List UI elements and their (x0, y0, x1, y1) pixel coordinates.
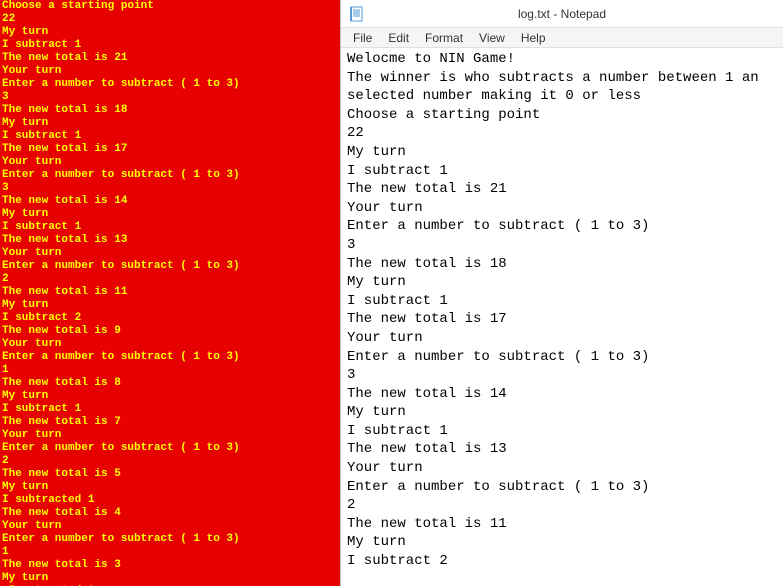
notepad-line: Your turn (347, 459, 777, 478)
console-line: 2 (2, 455, 338, 468)
console-line: 2 (2, 273, 338, 286)
console-window[interactable]: Choose a starting point22My turnI subtra… (0, 0, 340, 586)
console-line: The new total is 7 (2, 416, 338, 429)
console-line: The new total is 21 (2, 52, 338, 65)
console-line: Enter a number to subtract ( 1 to 3) (2, 78, 338, 91)
console-line: I subtract 1 (2, 221, 338, 234)
notepad-line: Your turn (347, 329, 777, 348)
console-line: Choose a starting point (2, 0, 338, 13)
menu-edit[interactable]: Edit (380, 30, 417, 46)
console-line: My turn (2, 572, 338, 585)
console-line: The new total is 18 (2, 104, 338, 117)
console-line: Your turn (2, 520, 338, 533)
notepad-line: Enter a number to subtract ( 1 to 3) (347, 217, 777, 236)
console-line: I subtract 1 (2, 403, 338, 416)
notepad-window: log.txt - Notepad File Edit Format View … (340, 0, 783, 586)
console-line: Your turn (2, 338, 338, 351)
console-line: My turn (2, 299, 338, 312)
notepad-line: My turn (347, 403, 777, 422)
notepad-line: 2 (347, 496, 777, 515)
menu-file[interactable]: File (345, 30, 380, 46)
console-line: 3 (2, 182, 338, 195)
notepad-line: I subtract 1 (347, 292, 777, 311)
console-line: Your turn (2, 156, 338, 169)
menu-format[interactable]: Format (417, 30, 471, 46)
console-line: Enter a number to subtract ( 1 to 3) (2, 533, 338, 546)
console-line: Your turn (2, 247, 338, 260)
notepad-line: 3 (347, 366, 777, 385)
console-line: My turn (2, 481, 338, 494)
notepad-line: My turn (347, 143, 777, 162)
notepad-line: The new total is 13 (347, 440, 777, 459)
console-line: The new total is 14 (2, 195, 338, 208)
console-line: The new total is 8 (2, 377, 338, 390)
console-line: 1 (2, 364, 338, 377)
console-line: The new total is 9 (2, 325, 338, 338)
notepad-line: I subtract 1 (347, 422, 777, 441)
notepad-line: The new total is 11 (347, 515, 777, 534)
notepad-line: I subtract 1 (347, 162, 777, 181)
notepad-line: The new total is 14 (347, 385, 777, 404)
console-line: Your turn (2, 429, 338, 442)
console-line: 1 (2, 546, 338, 559)
console-line: Enter a number to subtract ( 1 to 3) (2, 351, 338, 364)
console-line: The new total is 5 (2, 468, 338, 481)
console-line: My turn (2, 26, 338, 39)
notepad-line: 22 (347, 124, 777, 143)
console-line: Enter a number to subtract ( 1 to 3) (2, 260, 338, 273)
notepad-line: Choose a starting point (347, 106, 777, 125)
console-line: Enter a number to subtract ( 1 to 3) (2, 442, 338, 455)
menu-help[interactable]: Help (513, 30, 554, 46)
console-line: 3 (2, 91, 338, 104)
notepad-line: Enter a number to subtract ( 1 to 3) (347, 348, 777, 367)
notepad-line: Enter a number to subtract ( 1 to 3) (347, 478, 777, 497)
console-line: I subtract 2 (2, 312, 338, 325)
menubar: File Edit Format View Help (341, 28, 783, 48)
console-line: My turn (2, 208, 338, 221)
console-line: 22 (2, 13, 338, 26)
console-line: I subtracted 1 (2, 494, 338, 507)
console-line: I subtract 1 (2, 39, 338, 52)
console-line: My turn (2, 390, 338, 403)
notepad-text-area[interactable]: Welocme to NIN Game!The winner is who su… (341, 48, 783, 586)
console-line: I subtract 1 (2, 130, 338, 143)
console-line: Enter a number to subtract ( 1 to 3) (2, 169, 338, 182)
notepad-line: The new total is 21 (347, 180, 777, 199)
notepad-line: Your turn (347, 199, 777, 218)
titlebar[interactable]: log.txt - Notepad (341, 0, 783, 28)
console-line: The new total is 3 (2, 559, 338, 572)
notepad-line: I subtract 2 (347, 552, 777, 571)
notepad-line: The new total is 18 (347, 255, 777, 274)
console-line: The new total is 13 (2, 234, 338, 247)
notepad-line: My turn (347, 273, 777, 292)
notepad-line: 3 (347, 236, 777, 255)
console-line: My turn (2, 117, 338, 130)
notepad-line: My turn (347, 533, 777, 552)
console-line: The new total is 4 (2, 507, 338, 520)
notepad-line: The new total is 17 (347, 310, 777, 329)
window-title: log.txt - Notepad (341, 7, 783, 21)
console-line: The new total is 17 (2, 143, 338, 156)
notepad-line: The winner is who subtracts a number bet… (347, 69, 777, 88)
notepad-line: Welocme to NIN Game! (347, 50, 777, 69)
menu-view[interactable]: View (471, 30, 513, 46)
notepad-line: selected number making it 0 or less (347, 87, 777, 106)
notepad-icon (349, 6, 365, 22)
console-line: The new total is 11 (2, 286, 338, 299)
console-line: Your turn (2, 65, 338, 78)
